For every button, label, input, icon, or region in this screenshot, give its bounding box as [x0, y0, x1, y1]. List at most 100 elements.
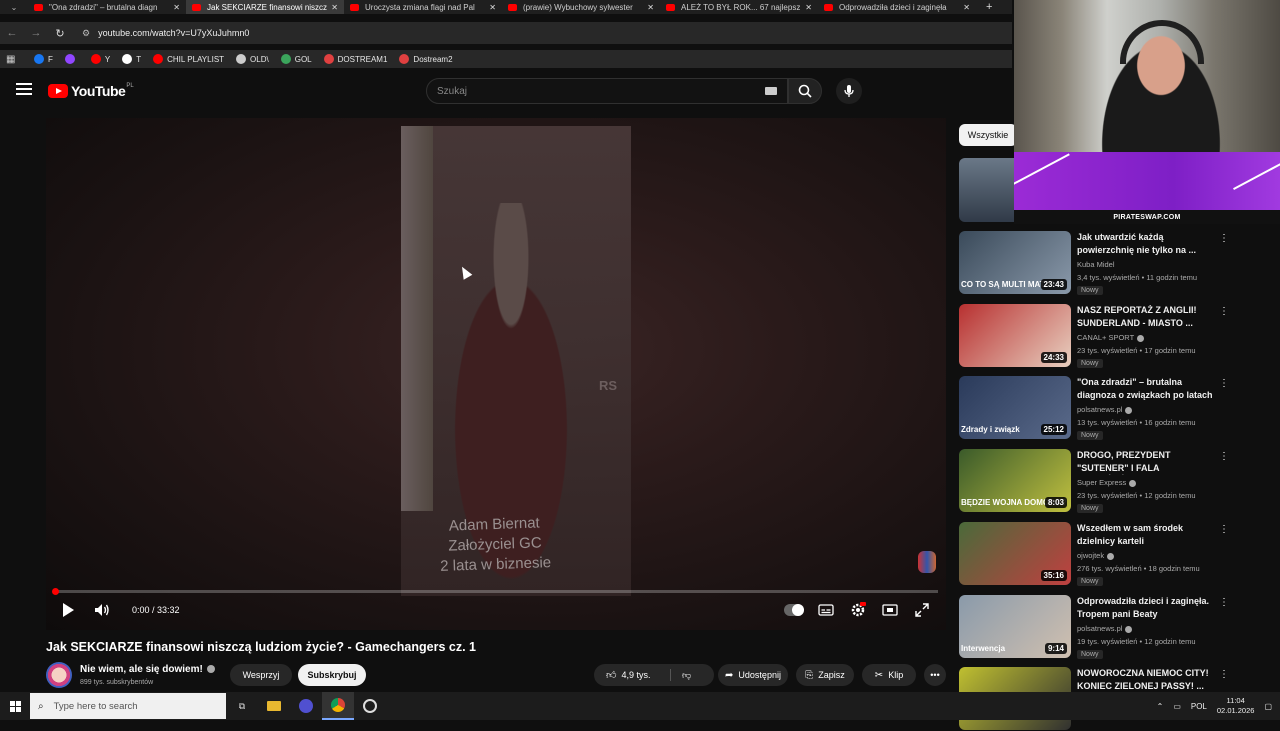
site-info-icon[interactable]: ⚙ [82, 28, 90, 39]
back-button[interactable]: ← [0, 27, 24, 39]
more-vertical-icon[interactable]: ⋮ [1219, 451, 1229, 463]
mute-button[interactable] [92, 600, 112, 620]
recommendation-thumbnail[interactable]: CO TO SĄ MULTI MATY? 23:43 [959, 231, 1071, 294]
recommendation-title[interactable]: NOWOROCZNA NIEMOC CITY! KONIEC ZIELONEJ … [1077, 667, 1213, 692]
task-view-button[interactable]: ⧉ [226, 692, 258, 720]
recommendation-title[interactable]: DROGO, PREZYDENT "SUTENER" I FALA UKRAIŃ… [1077, 449, 1213, 475]
more-vertical-icon[interactable]: ⋮ [1219, 233, 1229, 245]
recommendation-item[interactable]: BĘDZIE WOJNA DOMOWA? 8:03 DROGO, PREZYDENT… [959, 449, 1249, 513]
browser-tab[interactable]: ALEŻ TO BYŁ ROK... 67 najlepsz ✕ [660, 0, 818, 14]
forward-button[interactable]: → [24, 27, 48, 39]
recommendation-title[interactable]: NASZ REPORTAŻ Z ANGLII! SUNDERLAND - MIA… [1077, 304, 1213, 329]
file-explorer-button[interactable] [258, 692, 290, 720]
more-vertical-icon[interactable]: ⋮ [1219, 378, 1229, 390]
recommendation-title[interactable]: Odprowadziła dzieci i zaginęła. Tropem p… [1077, 595, 1213, 620]
network-icon[interactable]: ▭ [1173, 702, 1181, 711]
channel-watermark-icon[interactable] [918, 551, 936, 573]
app-button-obs[interactable] [354, 692, 386, 720]
apps-grid-icon[interactable]: ▦ [6, 54, 20, 65]
miniplayer-button[interactable] [880, 600, 900, 620]
recommendation-channel[interactable]: polsatnews.pl [1077, 624, 1133, 633]
close-tab-icon[interactable]: ✕ [331, 3, 338, 12]
recommendation-thumbnail[interactable]: 24:33 [959, 304, 1071, 367]
recommendation-channel[interactable]: polsatnews.pl [1077, 405, 1133, 414]
bookmark-item[interactable]: F [34, 54, 53, 64]
notifications-icon[interactable]: ▢ [1264, 702, 1272, 711]
browser-tab[interactable]: (prawie) Wybuchowy sylwester ✕ [502, 0, 660, 14]
menu-hamburger-icon[interactable] [16, 83, 32, 97]
recommendation-channel[interactable]: ojwojtek [1077, 551, 1115, 560]
recommendation-item[interactable]: 24:33 NASZ REPORTAŻ Z ANGLII! SUNDERLAND … [959, 304, 1249, 368]
recommendation-channel[interactable]: CANAL+ SPORT [1077, 333, 1145, 342]
youtube-logo[interactable]: YouTube PL [48, 83, 134, 99]
save-button[interactable]: ⎘ Zapisz [796, 664, 854, 686]
recommendation-thumbnail[interactable] [959, 158, 1015, 222]
recommendation-title[interactable]: Wszedłem w sam środek dzielnicy karteli [1077, 522, 1213, 547]
close-tab-icon[interactable]: ✕ [963, 3, 970, 12]
voice-search-button[interactable] [836, 78, 862, 104]
recommendation-thumbnail[interactable]: Zdrady i związk 25:12 [959, 376, 1071, 439]
join-button[interactable]: Wesprzyj [230, 664, 292, 686]
close-tab-icon[interactable]: ✕ [173, 3, 180, 12]
taskbar-search-input[interactable]: ⌕ Type here to search [30, 693, 226, 719]
close-tab-icon[interactable]: ✕ [647, 3, 654, 12]
like-button[interactable]: 👍︎ 4,9 tys. 👎︎ [594, 664, 714, 686]
app-button-chrome[interactable] [322, 692, 354, 720]
bookmark-item[interactable]: DOSTREAM1 [323, 54, 387, 64]
recommendation-item[interactable]: Zdrady i związk 25:12 "Ona zdradzi" – brut… [959, 376, 1249, 440]
reload-button[interactable]: ↻ [48, 27, 72, 40]
bookmark-item[interactable]: T [122, 54, 141, 64]
thumbs-down-icon[interactable]: 👎︎ [682, 670, 691, 681]
browser-tab[interactable]: "Ona zdradzi" – brutalna diagn ✕ [28, 0, 186, 14]
bookmark-item[interactable]: CHIL PLAYLIST [153, 54, 224, 64]
search-input[interactable]: Szukaj [426, 78, 788, 104]
bookmark-item[interactable]: Dostream2 [399, 54, 453, 64]
more-vertical-icon[interactable]: ⋮ [1219, 597, 1229, 609]
channel-name-link[interactable]: Nie wiem, ale się dowiem! [80, 664, 215, 675]
tray-chevron-icon[interactable]: ⌃ [1157, 702, 1164, 711]
tab-search-icon[interactable]: ⌄ [0, 3, 28, 12]
recommendation-item[interactable]: 35:16 Wszedłem w sam środek dzielnicy kar… [959, 522, 1249, 586]
share-button[interactable]: ➦ Udostępnij [718, 664, 788, 686]
filter-chip-all[interactable]: Wszystkie [959, 124, 1017, 146]
recommendation-item[interactable]: Interwencja 9:14 Odprowadziła dzieci i zag… [959, 595, 1249, 659]
recommendation-channel[interactable]: Kuba Midel [1077, 260, 1115, 269]
more-actions-button[interactable]: ••• [924, 664, 946, 686]
subtitles-button[interactable] [816, 600, 836, 620]
video-player[interactable]: RS Adam Biernat Założyciel GC 2 lata w b… [46, 118, 946, 630]
recommendation-title[interactable]: Jak utwardzić każdą powierzchnię nie tyl… [1077, 231, 1213, 256]
subscribe-button[interactable]: Subskrybuj [298, 664, 366, 686]
recommendation-item[interactable]: CO TO SĄ MULTI MATY? 23:43 Jak utwardzić k… [959, 231, 1249, 295]
channel-avatar[interactable] [46, 662, 72, 688]
new-tab-button[interactable]: + [976, 1, 992, 13]
bookmark-item[interactable]: OLD\ [236, 54, 269, 64]
close-tab-icon[interactable]: ✕ [489, 3, 496, 12]
recommendation-thumbnail[interactable]: Interwencja 9:14 [959, 595, 1071, 658]
more-vertical-icon[interactable]: ⋮ [1219, 524, 1229, 536]
start-button[interactable] [0, 700, 30, 712]
recommendation-thumbnail[interactable]: 35:16 [959, 522, 1071, 585]
settings-button[interactable] [848, 600, 868, 620]
recommendation-channel[interactable]: Super Express [1077, 478, 1137, 487]
keyboard-icon[interactable] [765, 87, 777, 95]
browser-tab[interactable]: Odprowadziła dzieci i zaginęła ✕ [818, 0, 976, 14]
bookmark-item[interactable]: Y [90, 54, 110, 64]
recommendation-title[interactable]: "Ona zdradzi" – brutalna diagnoza o zwią… [1077, 376, 1213, 401]
close-tab-icon[interactable]: ✕ [805, 3, 812, 12]
clip-button[interactable]: ✂ Klip [862, 664, 916, 686]
address-bar[interactable]: ⚙ youtube.com/watch?v=U7yXuJuhmn0 [82, 28, 249, 39]
app-button-messenger[interactable] [290, 692, 322, 720]
scrubber-handle[interactable] [52, 588, 59, 595]
more-vertical-icon[interactable]: ⋮ [1219, 669, 1229, 681]
play-button[interactable] [60, 600, 76, 620]
clock[interactable]: 11:04 02.01.2026 [1217, 696, 1255, 716]
recommendation-thumbnail[interactable]: BĘDZIE WOJNA DOMOWA? 8:03 [959, 449, 1071, 512]
language-indicator[interactable]: POL [1191, 702, 1207, 711]
more-vertical-icon[interactable]: ⋮ [1219, 306, 1229, 318]
progress-bar[interactable] [52, 588, 938, 595]
browser-tab[interactable]: Jak SEKCIARZE finansowi niszcz ✕ [186, 0, 344, 14]
browser-tab[interactable]: Uroczysta zmiana flagi nad Pal ✕ [344, 0, 502, 14]
bookmark-item[interactable]: GOL [280, 54, 312, 64]
bookmark-item[interactable] [64, 54, 79, 64]
fullscreen-button[interactable] [912, 600, 932, 620]
